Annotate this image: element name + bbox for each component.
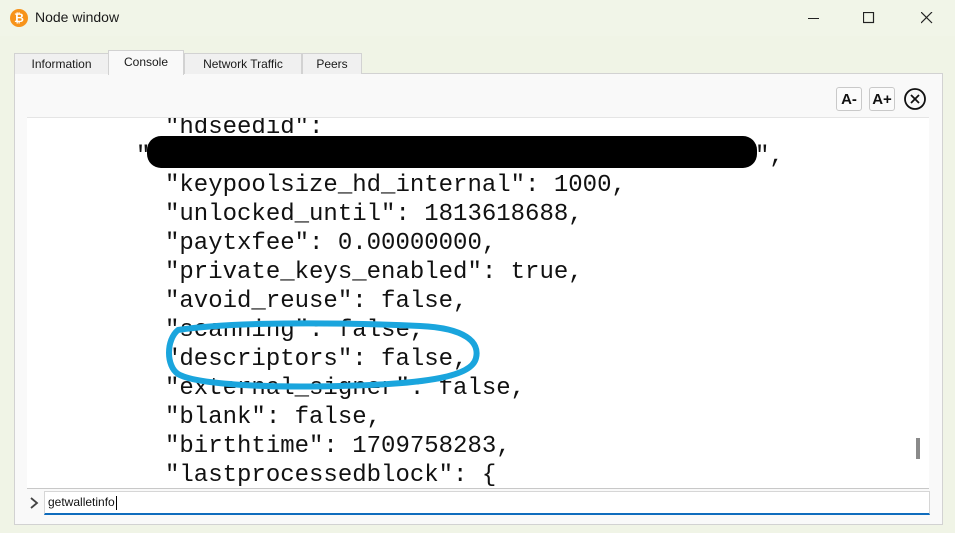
maximize-icon (863, 12, 875, 24)
minimize-button[interactable] (791, 0, 837, 36)
redaction-mark (147, 136, 757, 168)
console-line: "descriptors": false, (165, 346, 468, 373)
text-caret (115, 495, 117, 510)
console-line: "private_keys_enabled": true, (165, 259, 583, 286)
close-button[interactable] (904, 0, 950, 36)
scrollbar-thumb[interactable] (916, 438, 920, 459)
console-line: "unlocked_until": 1813618688, (165, 201, 583, 228)
font-increase-button[interactable]: A+ (869, 87, 895, 111)
console-line: "blank": false, (165, 404, 382, 431)
console-line: "external_signer": false, (165, 375, 526, 402)
font-decrease-button[interactable]: A- (836, 87, 862, 111)
console-output: "hdseedid": " ", "keypoolsize_hd_interna… (27, 117, 929, 489)
close-icon (921, 12, 933, 24)
command-input[interactable]: getwalletinfo (44, 491, 930, 515)
title-bar: ₿ Node window (0, 0, 955, 36)
tab-console[interactable]: Console (108, 50, 184, 75)
prompt-chevron-icon (29, 496, 39, 515)
console-line: "lastprocessedblock": { (165, 462, 497, 489)
tab-network-traffic[interactable]: Network Traffic (184, 53, 302, 74)
maximize-button[interactable] (846, 0, 892, 36)
minimize-icon (808, 18, 819, 19)
window-title: Node window (35, 9, 120, 25)
clear-icon (904, 88, 926, 110)
console-line: ", (755, 143, 784, 170)
console-line: "birthtime": 1709758283, (165, 433, 511, 460)
bitcoin-icon: ₿ (10, 9, 28, 27)
console-line: "avoid_reuse": false, (165, 288, 468, 315)
console-line: "paytxfee": 0.00000000, (165, 230, 497, 257)
console-line: "keypoolsize_hd_internal": 1000, (165, 172, 626, 199)
command-input-value: getwalletinfo (48, 495, 115, 509)
console-line: "scanning": false, (165, 317, 425, 344)
clear-console-button[interactable] (903, 87, 927, 111)
tab-information[interactable]: Information (14, 53, 109, 74)
tab-peers[interactable]: Peers (302, 53, 362, 74)
